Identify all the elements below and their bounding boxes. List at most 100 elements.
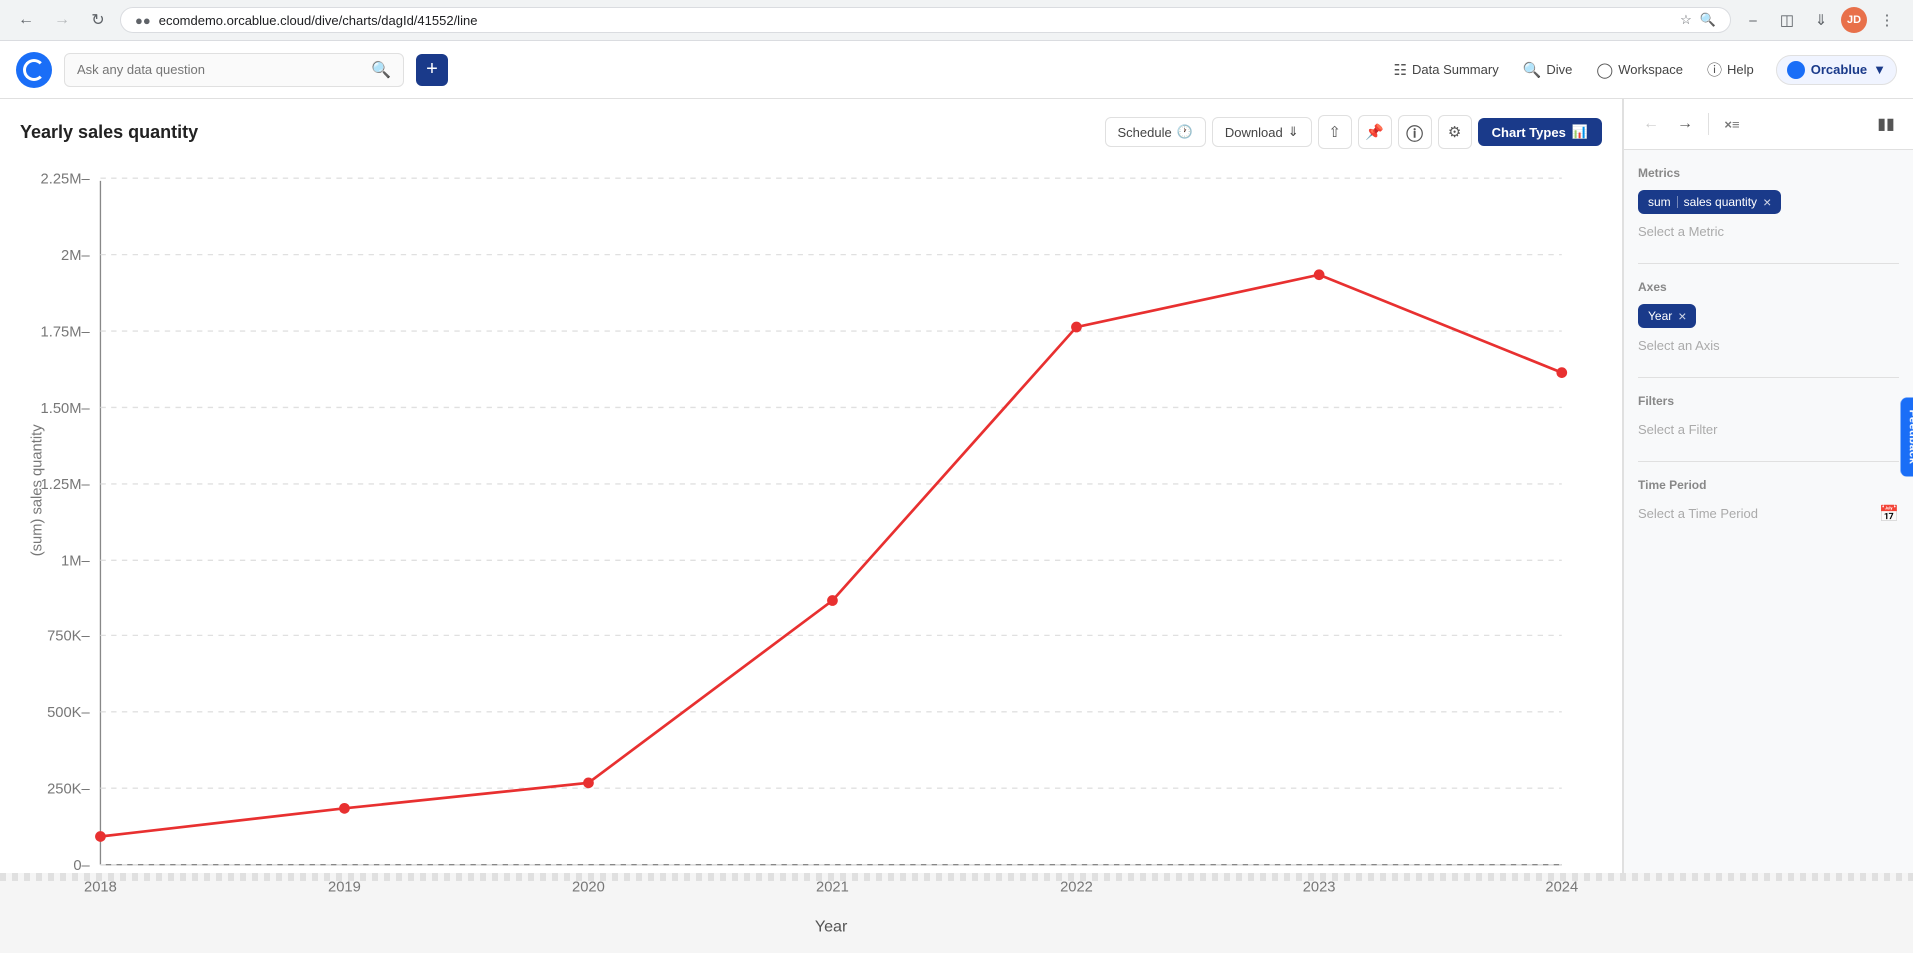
rp-back-button[interactable]: ←: [1636, 109, 1666, 139]
filter-select[interactable]: Select a Filter: [1638, 418, 1899, 441]
chart-container: (sum) sales quantity 2.25M: [20, 165, 1602, 948]
grid-icon: ☷: [1394, 61, 1407, 79]
data-point-2024[interactable]: [1556, 367, 1567, 378]
menu-button[interactable]: ⋮: [1873, 6, 1901, 34]
metrics-chips: sum sales quantity ×: [1638, 190, 1899, 220]
security-icon: ●●: [135, 13, 151, 28]
x-tick-2020: 2020: [572, 879, 605, 895]
dive-icon: 🔍: [1523, 61, 1542, 79]
extensions-button[interactable]: ◫: [1773, 6, 1801, 34]
y-tick-500k: 500K–: [47, 705, 90, 721]
metrics-section: Metrics sum sales quantity × Select a Me…: [1638, 166, 1899, 243]
search-lens-icon[interactable]: 🔍: [1700, 12, 1716, 28]
download-button[interactable]: Download ⇓: [1212, 117, 1312, 147]
chart-icon: 📊: [1572, 124, 1588, 140]
right-panel-header: ← → ×≡ ▮▮: [1624, 99, 1913, 150]
chart-toolbar: Schedule 🕐 Download ⇓ ⇧ 📌 ⓘ ⚙: [1105, 115, 1603, 149]
axis-select[interactable]: Select an Axis: [1638, 334, 1899, 357]
nav-workspace-label: Workspace: [1618, 62, 1683, 77]
y-tick-150m: 1.50M–: [41, 401, 91, 417]
rp-forward-button[interactable]: →: [1670, 109, 1700, 139]
feedback-tab[interactable]: Feedback: [1901, 398, 1913, 477]
rp-filter-clear-button[interactable]: ×≡: [1717, 109, 1747, 139]
help-icon: ⓘ: [1707, 59, 1722, 80]
data-point-2023[interactable]: [1314, 269, 1325, 280]
right-panel: ← → ×≡ ▮▮ Metrics sum sales quantity ×: [1623, 99, 1913, 873]
bookmark-icon[interactable]: ☆: [1680, 12, 1692, 28]
settings-button[interactable]: ⚙: [1438, 115, 1472, 149]
nav-dive[interactable]: 🔍 Dive: [1513, 55, 1583, 85]
axis-value: Year: [1648, 309, 1672, 323]
y-tick-250k: 250K–: [47, 782, 90, 798]
main-content: Yearly sales quantity Schedule 🕐 Downloa…: [0, 99, 1913, 873]
workspace-icon: ◯: [1596, 61, 1613, 79]
y-tick-175m: 1.75M–: [41, 324, 91, 340]
metrics-divider: [1638, 263, 1899, 264]
add-button[interactable]: +: [416, 54, 448, 86]
nav-dive-label: Dive: [1546, 62, 1572, 77]
chevron-down-icon: ▼: [1873, 62, 1886, 77]
metric-select[interactable]: Select a Metric: [1638, 220, 1899, 243]
user-menu-button[interactable]: Orcablue ▼: [1776, 55, 1897, 85]
y-tick-225: 2.25M–: [41, 172, 91, 188]
nav-help-label: Help: [1727, 62, 1754, 77]
chart-types-label: Chart Types: [1492, 125, 1566, 140]
axis-remove-icon[interactable]: ×: [1678, 309, 1686, 323]
data-point-2019[interactable]: [339, 803, 350, 814]
x-tick-2022: 2022: [1060, 879, 1093, 895]
nav-workspace[interactable]: ◯ Workspace: [1586, 55, 1693, 85]
y-tick-1m: 1M–: [61, 554, 90, 570]
metric-remove-icon[interactable]: ×: [1763, 195, 1771, 209]
search-icon[interactable]: 🔍: [371, 60, 391, 80]
y-tick-750k: 750K–: [47, 629, 90, 645]
logo-icon: [23, 59, 45, 81]
download-icon: ⇓: [1288, 124, 1299, 140]
app-logo[interactable]: [16, 52, 52, 88]
search-input[interactable]: [77, 62, 363, 77]
reload-button[interactable]: ↻: [84, 6, 112, 34]
profile-avatar[interactable]: JD: [1841, 7, 1867, 33]
calendar-button[interactable]: 📅: [1879, 504, 1899, 524]
forward-button[interactable]: →: [48, 6, 76, 34]
x-axis-title: Year: [815, 918, 848, 936]
y-tick-125m: 1.25M–: [41, 477, 91, 493]
metrics-label: Metrics: [1638, 166, 1899, 180]
share-button[interactable]: ⇧: [1318, 115, 1352, 149]
right-panel-body: Metrics sum sales quantity × Select a Me…: [1624, 150, 1913, 873]
nav-help[interactable]: ⓘ Help: [1697, 53, 1764, 86]
data-point-2018[interactable]: [95, 831, 106, 842]
time-period-row: Select a Time Period 📅: [1638, 502, 1899, 525]
nav-data-summary[interactable]: ☷ Data Summary: [1384, 55, 1509, 85]
data-point-2021[interactable]: [827, 595, 838, 606]
metric-chip[interactable]: sum sales quantity ×: [1638, 190, 1781, 214]
main-nav: ☷ Data Summary 🔍 Dive ◯ Workspace ⓘ Help: [1384, 53, 1764, 86]
data-point-2020[interactable]: [583, 778, 594, 789]
extension-icon[interactable]: ⎯: [1739, 6, 1767, 34]
rp-pause-button[interactable]: ▮▮: [1871, 109, 1901, 139]
url-input[interactable]: [159, 13, 1672, 28]
line-chart-svg: (sum) sales quantity 2.25M: [20, 165, 1602, 948]
schedule-button[interactable]: Schedule 🕐: [1105, 117, 1206, 147]
search-bar: 🔍: [64, 53, 404, 87]
info-button[interactable]: ⓘ: [1398, 115, 1432, 149]
axis-chip[interactable]: Year ×: [1638, 304, 1696, 328]
x-tick-2023: 2023: [1303, 879, 1336, 895]
download-browser-button[interactable]: ⇓: [1807, 6, 1835, 34]
filters-label: Filters: [1638, 394, 1899, 408]
x-tick-2018: 2018: [84, 879, 117, 895]
chart-types-button[interactable]: Chart Types 📊: [1478, 118, 1602, 146]
pin-button[interactable]: 📌: [1358, 115, 1392, 149]
chart-title: Yearly sales quantity: [20, 122, 198, 143]
y-tick-0: 0–: [73, 858, 90, 874]
axes-label: Axes: [1638, 280, 1899, 294]
data-point-2022[interactable]: [1071, 322, 1082, 333]
axes-section: Axes Year × Select an Axis: [1638, 280, 1899, 357]
chart-header: Yearly sales quantity Schedule 🕐 Downloa…: [20, 115, 1602, 149]
chart-line-path: [100, 275, 1561, 837]
browser-chrome: ← → ↻ ●● ☆ 🔍 ⎯ ◫ ⇓ JD ⋮: [0, 0, 1913, 41]
y-tick-2m: 2M–: [61, 248, 90, 264]
back-button[interactable]: ←: [12, 6, 40, 34]
x-tick-2021: 2021: [816, 879, 849, 895]
time-period-select[interactable]: Select a Time Period: [1638, 502, 1758, 525]
metric-value: sales quantity: [1684, 195, 1757, 209]
